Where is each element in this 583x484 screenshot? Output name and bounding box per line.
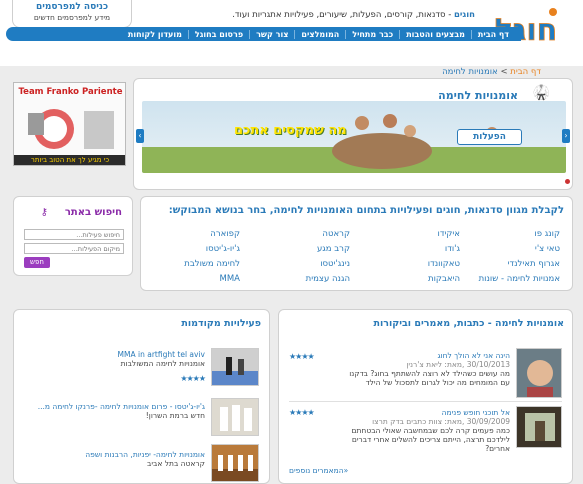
article-thumbnail[interactable]: [516, 348, 562, 398]
nav-starting[interactable]: כבר מתחיל: [345, 29, 399, 39]
side-ad-title: Team Franko Pariente: [18, 87, 123, 97]
nav-home[interactable]: דף הבית: [470, 29, 515, 39]
categories-grid: קונג פו טאי צ'י אגרוף תאילנדי אמנויות לח…: [150, 225, 560, 287]
hero-panel: 🥋 אומנויות לחימה מה שמקסים אתכם הפעלות ‹…: [133, 78, 573, 190]
article-image: [517, 349, 561, 397]
nav-advertise[interactable]: פרסום בחוגל: [187, 29, 249, 39]
article-date: 30/10/2013 ,מאת: ליאת צ'רנין: [406, 360, 510, 369]
featured-item-title[interactable]: MMA in artfight tel aviv: [118, 350, 205, 359]
featured-image: [212, 445, 258, 481]
category-link[interactable]: MMA: [220, 274, 240, 284]
category-link[interactable]: קרב מגע: [317, 244, 350, 254]
categories-title: לקבלת מגוון סדנאות, חוגים ופעילויות בתחו…: [168, 205, 564, 216]
category-link[interactable]: קפוארה: [210, 229, 240, 239]
category-link[interactable]: איקידו: [438, 229, 460, 239]
search-title: חיפוש באתר: [64, 207, 122, 218]
featured-item-sub: חדש ברמת השרון!: [145, 411, 205, 420]
fighter-icon: 🥋: [532, 85, 550, 101]
search-button[interactable]: חפש: [24, 257, 50, 268]
article-item: הינה אני לא הולך לחוג 30/10/2013 ,מאת: ל…: [340, 351, 510, 387]
tagline-brand: חוגים: [454, 10, 475, 20]
article-thumbnail[interactable]: [516, 406, 562, 448]
categories-panel: לקבלת מגוון סדנאות, חוגים ופעילויות בתחו…: [140, 196, 573, 291]
site-tagline: חוגים - סדנאות, קורסים, הפעלות, שיעורים,…: [232, 10, 475, 20]
category-link[interactable]: ג'ודו: [445, 244, 460, 254]
main-nav: דף הבית מבצעים והטבות כבר מתחיל המומלצים…: [6, 27, 521, 41]
nav-club[interactable]: מועדון לקוחות: [122, 30, 188, 39]
advertisers-box: כניסה למפרסמים מידע למפרסמים חדשים: [12, 0, 132, 28]
featured-item-sub: קראטה בתל אביב: [147, 459, 205, 468]
page: כניסה למפרסמים מידע למפרסמים חדשים חוגים…: [0, 0, 583, 484]
articles-title: אומנויות לחימה - כתבות, מאמרים וביקורות: [373, 318, 564, 329]
breadcrumb: דף הבית > אומנויות לחימה: [442, 67, 541, 77]
advertisers-login-link[interactable]: כניסה למפרסמים: [13, 2, 131, 12]
featured-item-title[interactable]: ג'יו-ג'יטסו - פרום אומנויות לחימה -פרנקו…: [38, 402, 205, 411]
featured-image: [212, 349, 258, 385]
featured-item: MMA in artfight tel aviv אומנויות לחימה …: [118, 350, 205, 368]
featured-item: ג'יו-ג'יטסו - פרום אומנויות לחימה -פרנקו…: [38, 402, 205, 420]
nav-contact[interactable]: צור קשר: [249, 29, 294, 39]
featured-title: פעילויות מקודמות: [181, 318, 261, 329]
featured-thumbnail[interactable]: [211, 398, 259, 436]
advertisers-info-link[interactable]: מידע למפרסמים חדשים: [13, 13, 131, 22]
category-link[interactable]: נינג'יטסו: [320, 259, 350, 269]
category-link[interactable]: טאי צ'י: [535, 244, 560, 254]
nav-recommended[interactable]: המומלצים: [294, 29, 345, 39]
rating-stars: ★★★★: [180, 374, 206, 383]
more-articles-link[interactable]: המאמרים נוספים»: [289, 466, 348, 475]
category-link[interactable]: קראטה: [322, 229, 350, 239]
featured-panel: פעילויות מקודמות MMA in artfight tel avi…: [13, 309, 270, 484]
category-link[interactable]: אמנויות לחימה - שונות: [479, 274, 560, 284]
article-title[interactable]: אל תוכני חופש פנימה: [340, 408, 510, 417]
breadcrumb-home[interactable]: דף הבית: [510, 67, 541, 77]
breadcrumb-separator: >: [500, 67, 508, 77]
breadcrumb-current: אומנויות לחימה: [442, 67, 498, 77]
side-ad-slogan: כי מגיע לך את הטוב ביותר: [30, 156, 110, 164]
featured-thumbnail[interactable]: [211, 348, 259, 386]
article-body: מה עושים כשהילד לא רוצה להשתתף בחוג? בדק…: [349, 369, 510, 387]
featured-item-sub: אומנויות לחימה המשולבות: [120, 359, 205, 368]
rating-stars: ★★★★: [289, 408, 315, 417]
hero-prev-arrow[interactable]: ‹: [136, 129, 144, 143]
divider: [289, 401, 562, 402]
side-ad-banner[interactable]: Team Franko Pariente כי מגיע לך את הטוב …: [13, 82, 126, 166]
featured-item-title[interactable]: אומנויות לחימה- יפניות, הרבנות ושפה: [85, 450, 205, 459]
category-link[interactable]: לחימה משולבת: [184, 259, 240, 269]
search-location-input[interactable]: [24, 243, 124, 254]
category-link[interactable]: הגנה עצמית: [306, 274, 350, 284]
hero-next-arrow[interactable]: ›: [562, 129, 570, 143]
activities-tab[interactable]: הפעלות: [457, 129, 522, 145]
article-date: 30/09/2009 ,מאת: צוות כתבים בדק תרצו: [372, 417, 510, 426]
featured-thumbnail[interactable]: [211, 444, 259, 482]
category-link[interactable]: ג'יו-ג'יטסו: [206, 244, 240, 254]
key-icon: ⚷: [40, 207, 48, 218]
tagline-text: - סדנאות, קורסים, הפעלות, שיעורים, פעילו…: [232, 10, 452, 20]
search-activity-input[interactable]: [24, 229, 124, 240]
category-link[interactable]: היאבקות: [428, 274, 460, 284]
rating-stars: ★★★★: [289, 352, 315, 361]
site-search-box: ⚷ חיפוש באתר חפש: [13, 196, 133, 276]
category-link[interactable]: קונג פו: [534, 229, 560, 239]
hero-indicator-dot[interactable]: [565, 179, 570, 184]
featured-item: אומנויות לחימה- יפניות, הרבנות ושפה קראט…: [85, 450, 205, 468]
category-link[interactable]: טאקוונדו: [428, 259, 460, 269]
featured-image: [212, 399, 258, 435]
article-image: [517, 407, 561, 447]
nav-deals[interactable]: מבצעים והטבות: [399, 29, 471, 39]
article-body: כמה פעמים קרה לכם שבמחשבה שאולי הבטחתם ל…: [351, 426, 510, 453]
article-title[interactable]: הינה אני לא הולך לחוג: [340, 351, 510, 360]
site-header: כניסה למפרסמים מידע למפרסמים חדשים חוגים…: [0, 0, 583, 66]
article-item: אל תוכני חופש פנימה 30/09/2009 ,מאת: צוו…: [340, 408, 510, 453]
articles-panel: אומנויות לחימה - כתבות, מאמרים וביקורות …: [278, 309, 573, 484]
hero-promo-text: מה שמקסים אתכם: [234, 123, 347, 138]
category-link[interactable]: אגרוף תאילנדי: [508, 259, 560, 269]
